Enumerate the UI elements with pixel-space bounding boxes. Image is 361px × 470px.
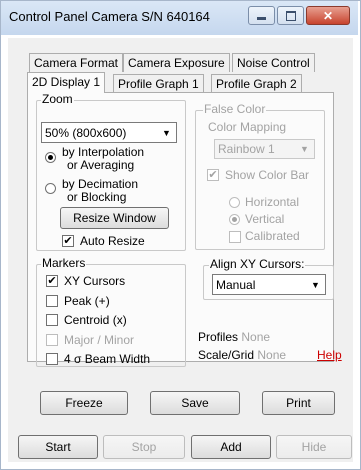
zoom-interpolation-label-2: or Averaging xyxy=(67,158,135,172)
hide-button[interactable]: Hide xyxy=(276,435,352,459)
calibrated-checkbox[interactable] xyxy=(229,231,241,243)
minimize-icon xyxy=(257,16,266,20)
align-xy-select[interactable]: Manual ▼ xyxy=(212,274,326,295)
tab-profile-graph-1[interactable]: Profile Graph 1 xyxy=(113,74,204,93)
zoom-select-value: 50% (800x600) xyxy=(45,125,127,140)
color-mapping-select[interactable]: Rainbow 1 ▼ xyxy=(214,139,315,159)
freeze-button[interactable]: Freeze xyxy=(40,391,128,415)
tab-camera-exposure[interactable]: Camera Exposure xyxy=(123,53,230,72)
save-button[interactable]: Save xyxy=(150,391,240,415)
tab-2d-display-1[interactable]: 2D Display 1 xyxy=(27,72,106,93)
vertical-label: Vertical xyxy=(245,212,285,226)
scale-grid-label: Scale/Grid xyxy=(198,348,255,362)
scale-grid-value: None xyxy=(257,348,287,362)
color-mapping-value: Rainbow 1 xyxy=(218,142,275,156)
major-minor-checkbox[interactable] xyxy=(46,334,58,346)
centroid-label: Centroid (x) xyxy=(64,313,127,327)
markers-legend: Markers xyxy=(41,256,87,270)
show-color-bar-label: Show Color Bar xyxy=(225,168,310,182)
window-title: Control Panel Camera S/N 640164 xyxy=(9,9,210,24)
minimize-button[interactable] xyxy=(248,6,275,25)
chevron-down-icon: ▼ xyxy=(300,144,309,154)
chevron-down-icon: ▼ xyxy=(311,279,320,290)
auto-resize-label: Auto Resize xyxy=(80,234,145,248)
close-button[interactable]: ✕ xyxy=(306,6,350,25)
chevron-down-icon: ▼ xyxy=(162,127,171,138)
maximize-button[interactable] xyxy=(277,6,304,25)
start-button[interactable]: Start xyxy=(18,435,98,459)
check-icon: ✔ xyxy=(63,235,73,247)
profiles-value: None xyxy=(241,330,271,344)
tab-camera-format[interactable]: Camera Format xyxy=(29,53,124,72)
help-link[interactable]: Help xyxy=(317,349,342,362)
align-xy-value: Manual xyxy=(216,277,256,292)
zoom-decimation-radio[interactable] xyxy=(45,183,56,194)
beam-width-label: 4 σ Beam Width xyxy=(64,352,151,366)
close-icon: ✕ xyxy=(322,8,334,23)
tab-profile-graph-2[interactable]: Profile Graph 2 xyxy=(211,74,302,93)
zoom-interpolation-radio[interactable] xyxy=(45,152,56,163)
centroid-checkbox[interactable] xyxy=(46,314,58,326)
profiles-label: Profiles xyxy=(198,330,239,344)
maximize-icon xyxy=(285,10,296,21)
profiles-status: Profiles None xyxy=(198,331,270,344)
false-color-legend: False Color xyxy=(203,102,267,116)
vertical-radio[interactable] xyxy=(229,214,240,225)
xy-cursors-label: XY Cursors xyxy=(64,274,126,288)
zoom-legend: Zoom xyxy=(41,92,74,106)
check-icon: ✔ xyxy=(47,275,57,287)
horizontal-radio[interactable] xyxy=(229,197,240,208)
beam-width-checkbox[interactable] xyxy=(46,353,58,365)
align-xy-legend: Align XY Cursors: xyxy=(209,257,306,271)
color-mapping-label: Color Mapping xyxy=(208,120,287,134)
scale-grid-status: Scale/Grid None xyxy=(198,349,286,362)
zoom-decimation-label-2: or Blocking xyxy=(67,190,127,204)
xy-cursors-checkbox[interactable]: ✔ xyxy=(46,275,58,287)
resize-window-button[interactable]: Resize Window xyxy=(60,207,169,229)
peak-label: Peak (+) xyxy=(64,294,110,308)
calibrated-label: Calibrated xyxy=(245,229,300,243)
tab-noise-control[interactable]: Noise Control xyxy=(232,53,315,72)
add-button[interactable]: Add xyxy=(191,435,271,459)
show-color-bar-checkbox[interactable]: ✔ xyxy=(207,169,219,181)
zoom-select[interactable]: 50% (800x600) ▼ xyxy=(41,122,177,143)
auto-resize-checkbox[interactable]: ✔ xyxy=(62,235,74,247)
stop-button[interactable]: Stop xyxy=(103,435,185,459)
horizontal-label: Horizontal xyxy=(245,195,300,209)
print-button[interactable]: Print xyxy=(262,391,335,415)
check-icon: ✔ xyxy=(208,169,218,181)
major-minor-label: Major / Minor xyxy=(64,333,135,347)
peak-checkbox[interactable] xyxy=(46,295,58,307)
